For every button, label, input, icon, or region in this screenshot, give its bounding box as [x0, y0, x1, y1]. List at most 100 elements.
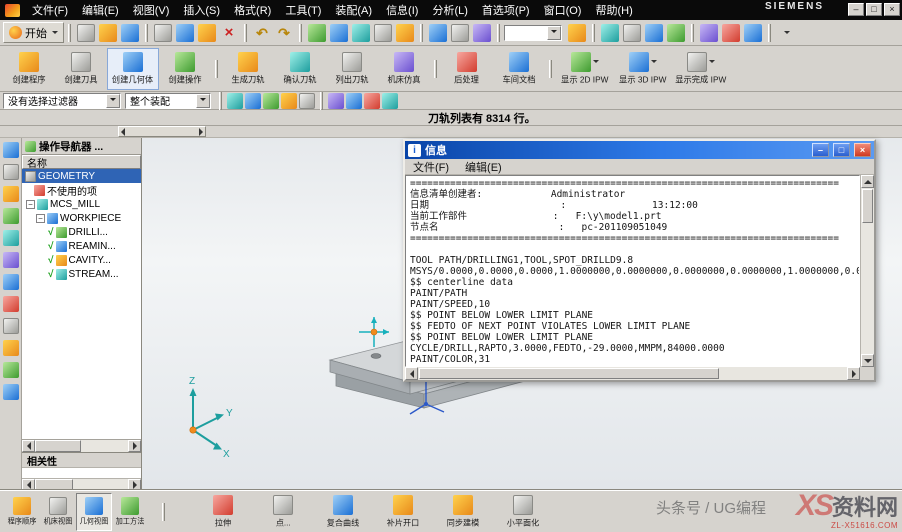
vertex-filter-icon[interactable] [280, 92, 298, 110]
toolbar-grip[interactable] [691, 24, 694, 42]
show-finished-ipw-button[interactable]: 显示完成 IPW [672, 48, 730, 90]
refresh-view-icon[interactable] [306, 22, 328, 44]
info-title-bar[interactable]: 信息 [405, 141, 874, 159]
toolbar-grip[interactable] [497, 24, 500, 42]
scroll-track[interactable] [861, 224, 874, 354]
history-icon[interactable] [3, 318, 19, 334]
wireframe-view-icon[interactable] [449, 22, 471, 44]
assembly-navigator-icon[interactable] [3, 142, 19, 158]
chevron-down-icon[interactable] [106, 94, 120, 108]
menu-item[interactable]: 编辑(E) [75, 2, 126, 18]
menu-item[interactable]: 插入(S) [176, 2, 227, 18]
display-mode-combo[interactable] [504, 25, 562, 41]
toolbar-grip[interactable] [420, 24, 423, 42]
menu-item[interactable]: 文件(F) [25, 2, 75, 18]
redo-icon[interactable]: ↷ [273, 22, 295, 44]
tree-item-streamline[interactable]: STREAM... [22, 267, 141, 281]
help-icon[interactable] [742, 22, 764, 44]
chevron-down-icon[interactable] [196, 94, 210, 108]
menu-item[interactable]: 格式(R) [227, 2, 278, 18]
toolbar-grip[interactable] [162, 503, 165, 521]
point-button[interactable]: 点... [253, 493, 313, 531]
machining-method-view-button[interactable]: 加工方法 [112, 493, 148, 531]
view-triad[interactable]: Z Y X [189, 376, 233, 460]
tree-item-cavity[interactable]: CAVITY... [22, 253, 141, 267]
info-close-button[interactable] [854, 143, 871, 157]
menu-item[interactable]: 分析(L) [425, 2, 474, 18]
toolbar-grip[interactable] [320, 92, 323, 110]
selection-filter-combo[interactable]: 没有选择过滤器 [3, 93, 121, 109]
open-icon[interactable] [97, 22, 119, 44]
scroll-track[interactable] [73, 479, 128, 490]
tree-item-reaming[interactable]: REAMIN... [22, 239, 141, 253]
scroll-down-icon[interactable] [861, 354, 874, 367]
roles-icon[interactable] [3, 384, 19, 400]
toolbar-grip[interactable] [299, 24, 302, 42]
snap-point-icon[interactable] [599, 22, 621, 44]
toolbar-grip[interactable] [145, 24, 148, 42]
save-icon[interactable] [119, 22, 141, 44]
toolbar-grip[interactable] [768, 24, 771, 42]
toolbar-grip[interactable] [68, 24, 71, 42]
point-icon[interactable] [621, 22, 643, 44]
tree-item-mcs-mill[interactable]: MCS_MILL [22, 197, 141, 211]
chevron-down-icon[interactable] [547, 26, 561, 40]
paste-icon[interactable] [196, 22, 218, 44]
scroll-left-icon[interactable] [121, 128, 125, 136]
synchronous-modeling-button[interactable]: 同步建模 [433, 493, 493, 531]
show-2d-ipw-button[interactable]: 显示 2D IPW [556, 48, 614, 90]
create-program-button[interactable]: 创建程序 [3, 48, 55, 90]
create-operation-button[interactable]: 创建操作 [159, 48, 211, 90]
wizards-icon[interactable] [3, 362, 19, 378]
hd3d-tools-icon[interactable] [3, 274, 19, 290]
scroll-thumb[interactable] [35, 479, 73, 490]
scroll-right-icon[interactable] [199, 128, 203, 136]
undo-icon[interactable]: ↶ [251, 22, 273, 44]
menu-item[interactable]: 视图(V) [126, 2, 177, 18]
menu-item[interactable]: 帮助(H) [588, 2, 639, 18]
tree-item-workpiece[interactable]: WORKPIECE [22, 211, 141, 225]
menu-item[interactable]: 窗口(O) [537, 2, 589, 18]
component-filter-icon[interactable] [327, 92, 345, 110]
delete-icon[interactable]: × [218, 22, 240, 44]
toolbar-grip[interactable] [592, 24, 595, 42]
info-minimize-button[interactable] [812, 143, 829, 157]
machine-simulation-button[interactable]: 机床仿真 [378, 48, 430, 90]
measure-icon[interactable] [698, 22, 720, 44]
scroll-right-icon[interactable] [128, 479, 141, 490]
selection-scope-combo[interactable]: 整个装配 [125, 93, 211, 109]
cut-icon[interactable] [152, 22, 174, 44]
info-menu-item[interactable]: 编辑(E) [457, 159, 510, 175]
web-browser-icon[interactable] [3, 296, 19, 312]
shop-docs-button[interactable]: 车间文档 [493, 48, 545, 90]
edit-display-icon[interactable] [566, 22, 588, 44]
analysis-icon[interactable] [720, 22, 742, 44]
menu-item[interactable]: 首选项(P) [475, 2, 537, 18]
scroll-left-icon[interactable] [22, 440, 35, 452]
scroll-track[interactable] [720, 367, 847, 380]
operation-navigator-icon[interactable] [3, 208, 19, 224]
info-text-area[interactable]: ========================================… [405, 175, 860, 367]
new-part-icon[interactable] [75, 22, 97, 44]
generate-toolpath-button[interactable]: 生成刀轨 [222, 48, 274, 90]
close-button[interactable] [884, 3, 900, 16]
toolbar-grip[interactable] [215, 60, 218, 78]
geometry-view-button[interactable]: 几何视图 [76, 493, 112, 531]
verify-toolpath-button[interactable]: 确认刀轨 [274, 48, 326, 90]
name-column-header[interactable]: 名称 [22, 155, 141, 169]
body-filter-icon[interactable] [298, 92, 316, 110]
shaded-view-icon[interactable] [427, 22, 449, 44]
start-menu-button[interactable]: 开始 [3, 22, 64, 43]
rotate-view-icon[interactable] [394, 22, 416, 44]
extrude-button[interactable]: 拉伸 [193, 493, 253, 531]
tree-item-geometry[interactable]: GEOMETRY [22, 169, 141, 183]
collapse-toggle-icon[interactable] [26, 200, 35, 209]
scroll-left-icon[interactable] [22, 479, 35, 490]
machine-tool-view-button[interactable]: 机床视图 [40, 493, 76, 531]
show-3d-ipw-button[interactable]: 显示 3D IPW [614, 48, 672, 90]
pan-icon[interactable] [372, 22, 394, 44]
highlight-icon[interactable] [363, 92, 381, 110]
scroll-right-icon[interactable] [847, 367, 860, 380]
collapse-toggle-icon[interactable] [36, 214, 45, 223]
minimize-button[interactable] [848, 3, 864, 16]
